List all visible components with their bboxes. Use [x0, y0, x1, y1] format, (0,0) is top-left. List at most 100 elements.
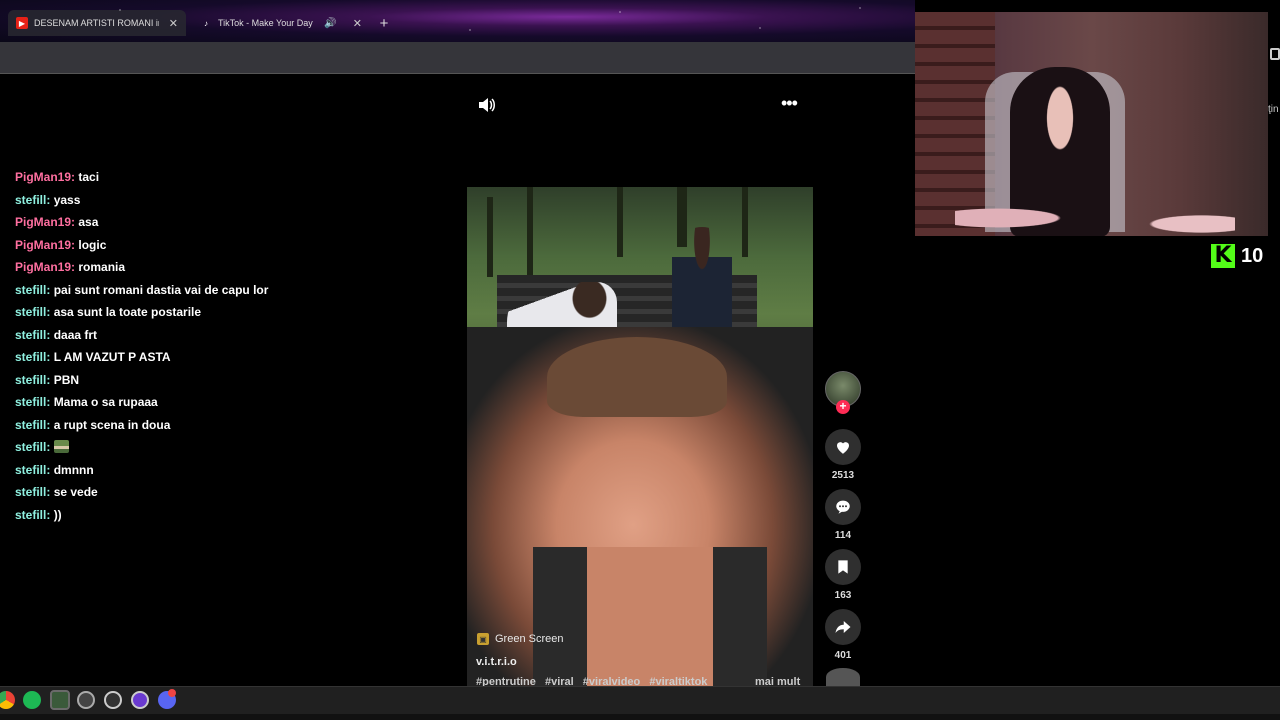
- tab-title: TikTok - Make Your Day: [218, 18, 313, 28]
- chat-username[interactable]: PigMan19: [15, 260, 71, 274]
- chat-text: dmnnn: [53, 462, 94, 477]
- like-button[interactable]: [825, 429, 861, 465]
- chat-text: romania: [78, 260, 126, 274]
- speaker-icon[interactable]: 🔊: [324, 18, 336, 29]
- chat-text: asa: [78, 215, 99, 229]
- like-count: 2513: [831, 470, 855, 481]
- chat-text: daaa frt: [53, 327, 98, 342]
- chat-message: PigMan19: romania: [15, 258, 445, 281]
- tab-youtube[interactable]: ▶ DESENAM ARTISTI ROMANI in GARTIC ✕: [8, 10, 186, 36]
- follow-button[interactable]: +: [836, 400, 850, 414]
- browser-tab-bar: ▶ DESENAM ARTISTI ROMANI in GARTIC ✕ ♪ T…: [0, 0, 915, 42]
- chat-username[interactable]: stefill: [15, 328, 46, 342]
- new-tab-button[interactable]: +: [374, 13, 394, 33]
- chat-message: stefill: dmnnn: [15, 461, 445, 484]
- app-icon[interactable]: [131, 691, 149, 709]
- author-username[interactable]: v.i.t.r.i.o: [476, 656, 517, 668]
- share-icon: [835, 621, 851, 633]
- chat-username[interactable]: stefill: [15, 350, 46, 364]
- taskbar: [0, 686, 1280, 714]
- share-button[interactable]: [825, 609, 861, 645]
- media-player-icon[interactable]: [77, 691, 95, 709]
- save-count: 163: [834, 590, 852, 601]
- chat-message: stefill: a rupt scena in doua: [15, 416, 445, 439]
- chat-username[interactable]: stefill: [15, 395, 46, 409]
- tiktok-video[interactable]: nt: [467, 187, 813, 687]
- chat-username[interactable]: PigMan19: [15, 238, 71, 252]
- chat-text: asa sunt la toate postarile: [53, 305, 202, 319]
- chat-username[interactable]: stefill: [15, 418, 46, 432]
- save-button[interactable]: [825, 549, 861, 585]
- edge-text: ţin: [1268, 104, 1279, 115]
- chat-message: PigMan19: asa: [15, 213, 445, 236]
- chat-username[interactable]: PigMan19: [15, 170, 71, 184]
- chat-message: stefill:: [15, 438, 445, 461]
- bookmark-icon: [838, 560, 848, 574]
- notification-badge: [168, 689, 176, 697]
- chat-separator: :: [46, 350, 54, 364]
- chat-panel: PigMan19: taci stefill: yass PigMan19: asa…: [15, 168, 445, 528]
- chat-separator: :: [46, 372, 54, 387]
- chat-message: PigMan19: taci: [15, 168, 445, 191]
- chat-message: stefill: se vede: [15, 483, 445, 506]
- window-icon[interactable]: [1270, 48, 1280, 60]
- address-bar[interactable]: [0, 42, 915, 74]
- chat-username[interactable]: stefill: [15, 463, 46, 477]
- comment-button[interactable]: [825, 489, 861, 525]
- chat-separator: :: [46, 485, 54, 499]
- share-count: 401: [834, 650, 852, 661]
- chat-separator: :: [46, 327, 54, 342]
- more-options-icon[interactable]: •••: [781, 94, 803, 112]
- chat-separator: :: [46, 417, 54, 432]
- app-icon[interactable]: [50, 690, 70, 710]
- kick-viewer-badge: K 10: [1211, 244, 1263, 268]
- effect-icon: ▣: [477, 633, 489, 645]
- chat-message: stefill: pai sunt romani dastia vai de c…: [15, 281, 445, 304]
- music-disc-icon[interactable]: [826, 668, 860, 686]
- chat-separator: :: [46, 305, 54, 319]
- youtube-icon: ▶: [16, 17, 28, 29]
- heart-icon: [837, 442, 849, 454]
- chat-text: taci: [78, 170, 100, 184]
- spotify-icon[interactable]: [23, 691, 41, 709]
- creator-shirt: [497, 547, 797, 687]
- chat-username[interactable]: stefill: [15, 508, 46, 522]
- effect-label[interactable]: ▣ Green Screen: [477, 633, 563, 645]
- chat-message: stefill: L AM VAZUT P ASTA: [15, 348, 445, 371]
- chat-separator: :: [46, 192, 54, 207]
- chat-username[interactable]: stefill: [15, 373, 46, 387]
- obs-icon[interactable]: [104, 691, 122, 709]
- volume-icon[interactable]: [476, 95, 496, 115]
- close-icon[interactable]: ✕: [161, 17, 178, 30]
- chat-separator: :: [46, 282, 54, 297]
- webcam-overlay: [915, 12, 1268, 236]
- chat-username[interactable]: stefill: [15, 193, 46, 207]
- chat-username[interactable]: stefill: [15, 305, 46, 319]
- chat-text: L AM VAZUT P ASTA: [53, 350, 171, 364]
- chat-username[interactable]: stefill: [15, 283, 46, 297]
- emote-icon: [53, 440, 69, 453]
- chat-message: stefill: asa sunt la toate postarile: [15, 303, 445, 326]
- chat-text: yass: [53, 192, 81, 207]
- kick-logo-icon: K: [1211, 244, 1235, 268]
- chat-text: PBN: [53, 372, 80, 387]
- chat-message: stefill: )): [15, 506, 445, 529]
- chat-username[interactable]: stefill: [15, 485, 46, 499]
- tiktok-icon: ♪: [204, 18, 208, 28]
- chat-text: )): [53, 507, 62, 522]
- tab-title: DESENAM ARTISTI ROMANI in GARTIC: [34, 18, 159, 28]
- chat-separator: :: [46, 462, 54, 477]
- chat-message: stefill: daaa frt: [15, 326, 445, 349]
- comment-count: 114: [834, 530, 852, 541]
- chat-message: stefill: yass: [15, 191, 445, 214]
- chat-text: pai sunt romani dastia vai de capu lor: [53, 282, 269, 297]
- chat-separator: :: [46, 395, 54, 409]
- close-icon[interactable]: ✕: [345, 17, 362, 30]
- chat-username[interactable]: stefill: [15, 440, 46, 454]
- tab-tiktok[interactable]: ♪ TikTok - Make Your Day 🔊 ✕: [192, 10, 370, 36]
- chat-text: Mama o sa rupaaa: [53, 395, 158, 409]
- effect-name: Green Screen: [495, 633, 564, 645]
- chat-username[interactable]: PigMan19: [15, 215, 71, 229]
- chat-text: logic: [78, 237, 107, 252]
- chat-text: se vede: [53, 485, 98, 499]
